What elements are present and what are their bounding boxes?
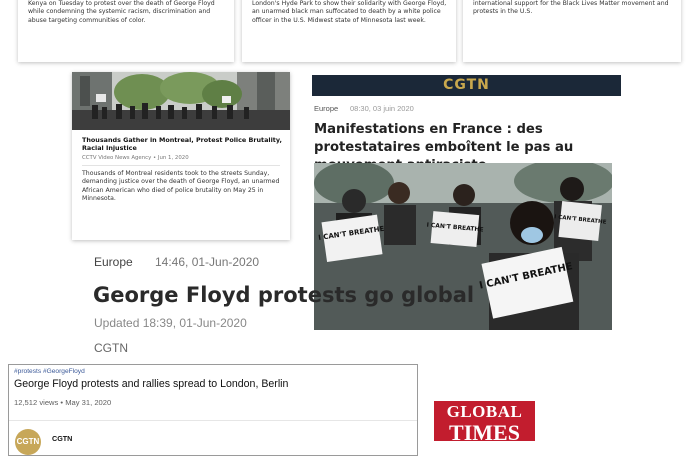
montreal-meta: CCTV Video News Agency • Jun 1, 2020: [82, 155, 189, 161]
article-category[interactable]: Europe: [314, 104, 338, 113]
news-card-montreal[interactable]: Thousands Gather in Montreal, Protest Po…: [72, 72, 290, 240]
news-card-support[interactable]: international support for the Black Live…: [463, 0, 681, 62]
montreal-headline[interactable]: Thousands Gather in Montreal, Protest Po…: [82, 136, 282, 153]
video-hashtags[interactable]: #protests #GeorgeFloyd: [14, 368, 85, 375]
video-stats: 12,512 views • May 31, 2020: [14, 398, 112, 407]
cgtn-header-bar: CGTN: [312, 75, 621, 96]
video-card[interactable]: #protests #GeorgeFloyd George Floyd prot…: [8, 364, 418, 456]
article-category[interactable]: Europe: [94, 255, 133, 269]
article-headline[interactable]: George Floyd protests go global: [93, 283, 474, 307]
article-source[interactable]: CGTN: [94, 341, 128, 355]
card-snippet: international support for the Black Live…: [473, 0, 669, 16]
global-times-logo[interactable]: GLOBAL TIMES: [434, 401, 535, 441]
article-updated: Updated 18:39, 01-Jun-2020: [94, 316, 247, 330]
channel-name[interactable]: CGTN: [52, 434, 72, 443]
news-card-london[interactable]: London's Hyde Park to show their solidar…: [242, 0, 456, 62]
card-snippet: Kenya on Tuesday to protest over the dea…: [28, 0, 215, 24]
divider: [82, 165, 280, 166]
news-card-kenya[interactable]: Kenya on Tuesday to protest over the dea…: [18, 0, 234, 62]
montreal-summary: Thousands of Montreal residents took to …: [82, 170, 280, 202]
divider: [9, 420, 417, 421]
article-timestamp: 08:30, 03 juin 2020: [350, 104, 414, 113]
logo-line-1: GLOBAL: [446, 402, 523, 421]
card-snippet: London's Hyde Park to show their solidar…: [252, 0, 447, 24]
channel-avatar[interactable]: CGTN: [15, 429, 41, 455]
cgtn-logo[interactable]: CGTN: [312, 77, 621, 93]
blank-area: [354, 381, 414, 421]
article-timestamp: 14:46, 01-Jun-2020: [155, 255, 260, 269]
video-title[interactable]: George Floyd protests and rallies spread…: [14, 378, 288, 390]
montreal-street-photo[interactable]: [72, 72, 290, 130]
logo-line-2: TIMES: [449, 420, 520, 441]
